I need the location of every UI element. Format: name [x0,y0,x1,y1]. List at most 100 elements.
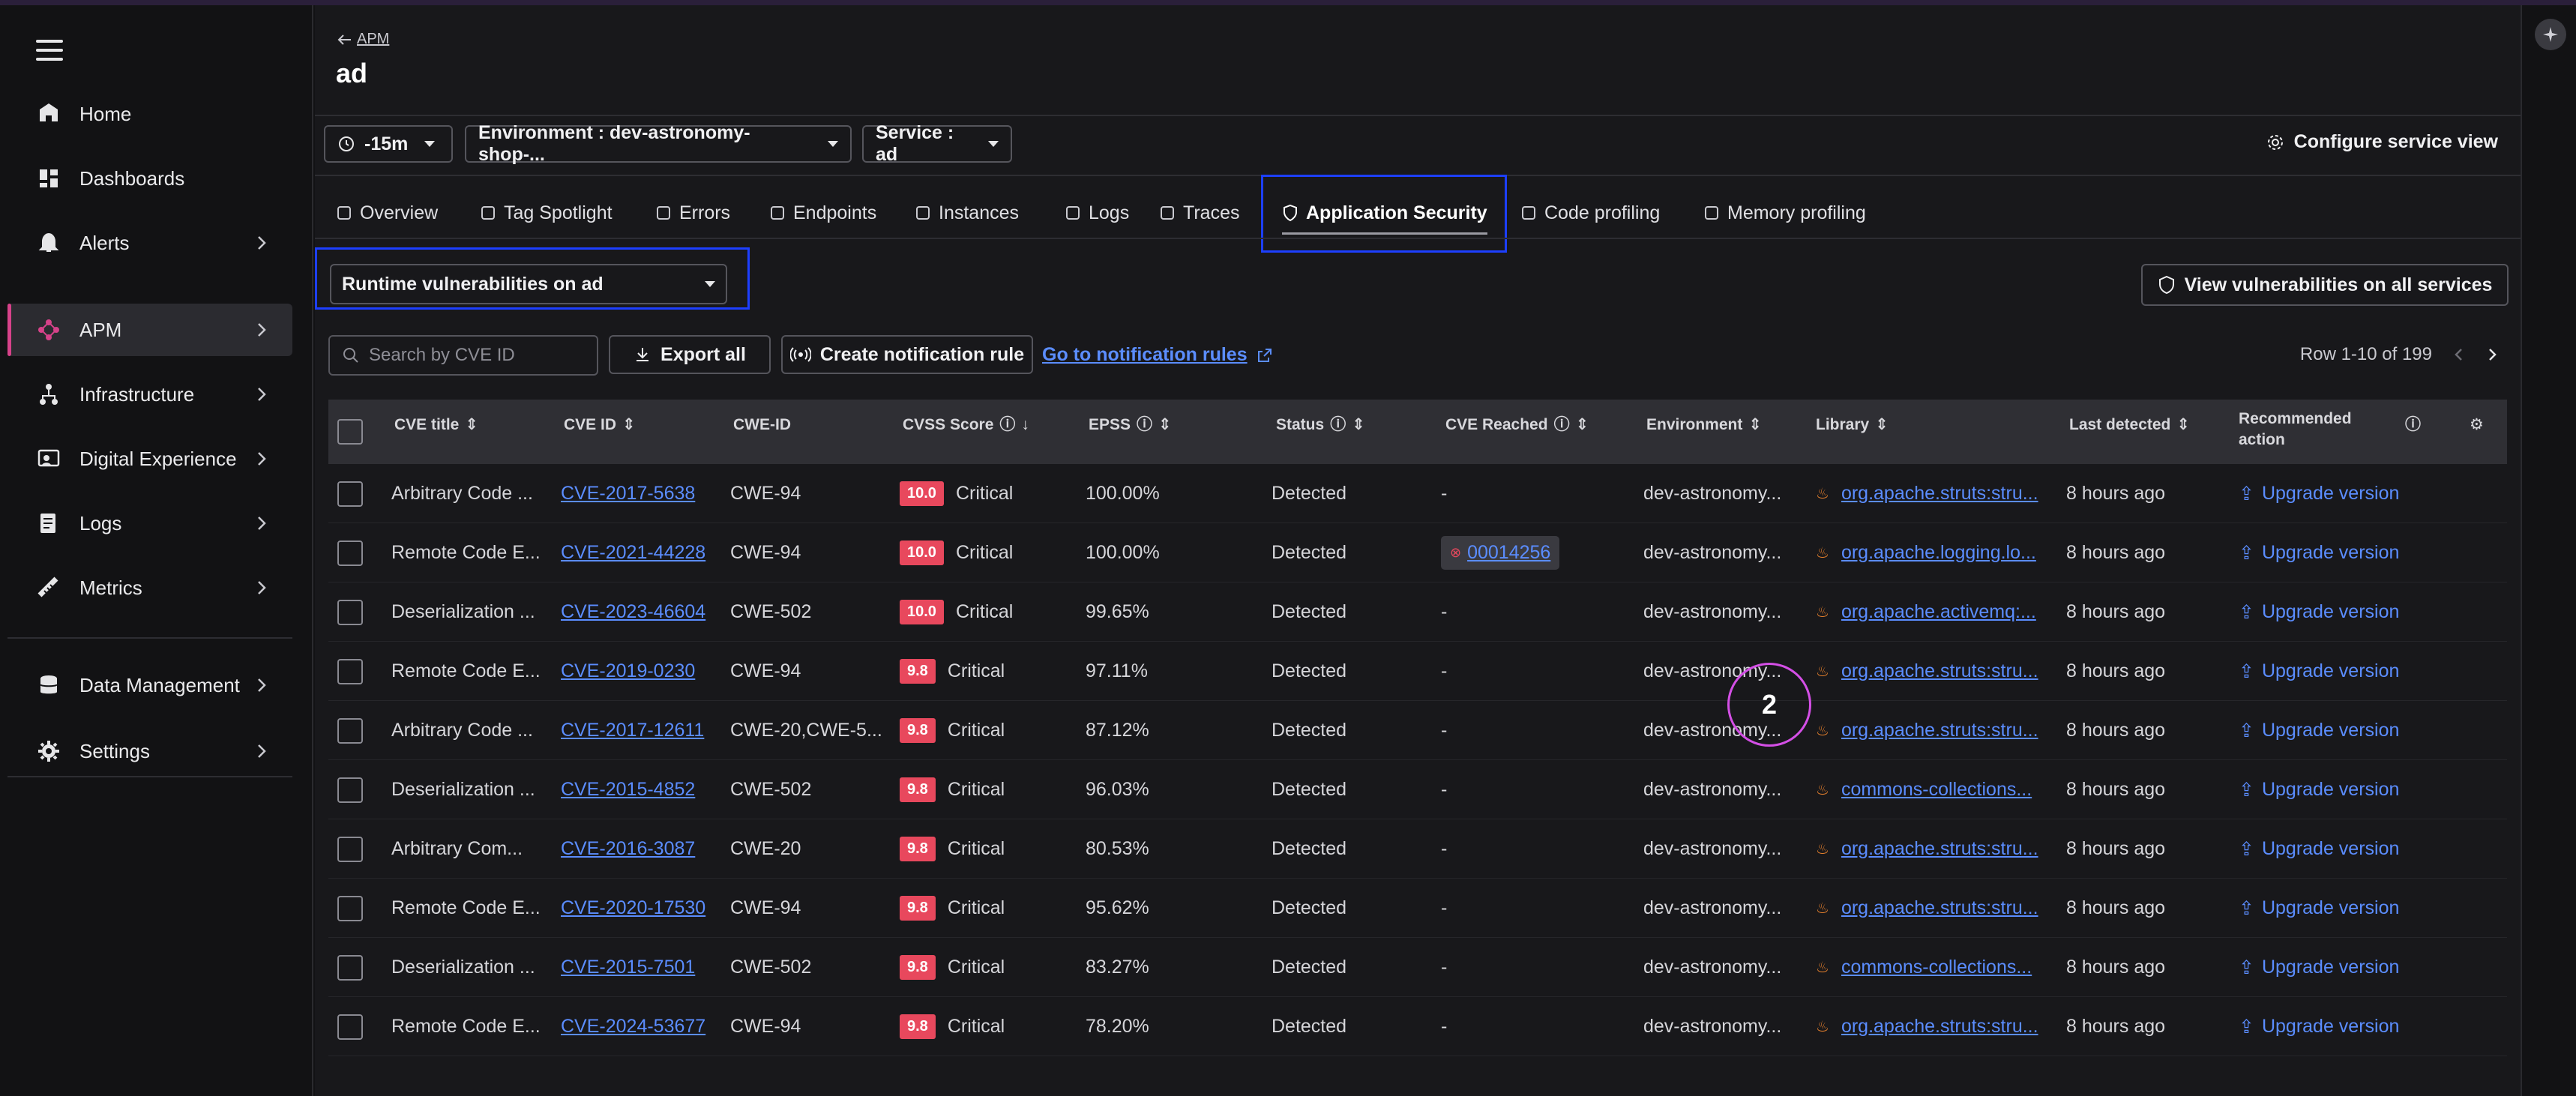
row-checkbox[interactable] [337,464,363,523]
tab-memory-profiling[interactable]: Memory profiling [1703,196,1866,230]
view-all-vulnerabilities-button[interactable]: View vulnerabilities on all services [2141,264,2509,306]
sidebar-item-alerts[interactable]: Alerts [7,217,292,269]
table-row[interactable]: Deserialization ... CVE-2023-46604 CWE-502… [328,582,2507,642]
upgrade-version-link[interactable]: ⇪ Upgrade version [2239,483,2399,505]
sidebar-item-metrics[interactable]: Metrics [7,561,292,614]
tab-overview[interactable]: Overview [336,196,438,230]
row-checkbox[interactable] [337,523,363,582]
col-environment[interactable]: Environment ⇕ [1646,415,1762,436]
tab-errors[interactable]: Errors [655,196,730,230]
tab-label: Errors [679,202,731,223]
upgrade-version-link[interactable]: ⇪ Upgrade version [2239,779,2399,801]
library-link[interactable]: org.apache.struts:stru... [1841,1016,2038,1038]
chevron-left-icon[interactable] [2453,346,2465,364]
back-link[interactable]: APM [337,31,389,48]
library-link[interactable]: commons-collections... [1841,957,2032,978]
export-all-button[interactable]: Export all [609,335,771,374]
cve-id-link[interactable]: CVE-2017-5638 [561,483,695,505]
table-row[interactable]: Arbitrary Com... CVE-2016-3087 CWE-20 9.8 Cr… [328,819,2507,879]
library-link[interactable]: org.apache.logging.lo... [1841,542,2036,564]
row-checkbox[interactable] [337,938,363,997]
table-row[interactable]: Deserialization ... CVE-2015-7501 CWE-502 9… [328,938,2507,997]
upgrade-version-link[interactable]: ⇪ Upgrade version [2239,897,2399,920]
row-checkbox[interactable] [337,760,363,819]
cve-id-link[interactable]: CVE-2015-4852 [561,779,695,801]
upgrade-version-link[interactable]: ⇪ Upgrade version [2239,542,2399,564]
cve-id-link[interactable]: CVE-2024-53677 [561,1016,705,1038]
tab-tag-spotlight[interactable]: Tag Spotlight [480,196,613,230]
upgrade-version-link[interactable]: ⇪ Upgrade version [2239,601,2399,624]
upgrade-version-link[interactable]: ⇪ Upgrade version [2239,957,2399,979]
col-cve-id[interactable]: CVE ID ⇕ [564,415,636,436]
col-cve-reached[interactable]: CVE Reached ⓘ ⇕ [1445,415,1589,436]
library-link[interactable]: org.apache.struts:stru... [1841,483,2038,505]
col-epss[interactable]: EPSS ⓘ ⇕ [1089,415,1172,436]
table-row[interactable]: Remote Code E... CVE-2024-53677 CWE-94 9.8 C… [328,997,2507,1056]
cve-id-link[interactable]: CVE-2017-12611 [561,720,704,741]
select-all-checkbox[interactable] [337,419,363,445]
sidebar-item-logs[interactable]: Logs [7,497,292,549]
table-settings-gear-icon[interactable]: ⚙ [2470,415,2484,436]
sidebar-item-home[interactable]: Home [7,88,292,140]
library-link[interactable]: org.apache.struts:stru... [1841,838,2038,860]
cve-id-link[interactable]: CVE-2023-46604 [561,601,705,623]
col-status[interactable]: Status ⓘ ⇕ [1276,415,1365,436]
configure-service-view-button[interactable]: Configure service view [2266,131,2498,153]
ai-assistant-button[interactable] [2535,19,2566,50]
tab-traces[interactable]: Traces [1159,196,1239,230]
service-select[interactable]: Service : ad [862,122,1012,165]
table-row[interactable]: Remote Code E... CVE-2019-0230 CWE-94 9.8 Cr… [328,642,2507,701]
table-row[interactable]: Remote Code E... CVE-2020-17530 CWE-94 9.8 C… [328,879,2507,938]
create-notification-rule-button[interactable]: Create notification rule [781,335,1033,374]
row-checkbox[interactable] [337,879,363,938]
cve-reached-badge[interactable]: ⊗ 00014256 [1441,536,1560,570]
cve-id-link[interactable]: CVE-2020-17530 [561,897,705,919]
sort-icon: ⇕ [1158,416,1172,433]
row-checkbox[interactable] [337,582,363,642]
library-link[interactable]: org.apache.activemq:... [1841,601,2036,623]
time-range-select[interactable]: -15m [324,125,453,163]
upgrade-version-link[interactable]: ⇪ Upgrade version [2239,838,2399,861]
table-row[interactable]: Arbitrary Code ... CVE-2017-5638 CWE-94 10.… [328,464,2507,523]
search-input[interactable]: Search by CVE ID [328,335,598,376]
sidebar-item-apm[interactable]: APM [7,304,292,356]
upgrade-version-link[interactable]: ⇪ Upgrade version [2239,660,2399,683]
menu-icon[interactable] [36,40,63,62]
cve-id-link[interactable]: CVE-2015-7501 [561,957,695,978]
table-row[interactable]: Remote Code E... CVE-2021-44228 CWE-94 10.0… [328,523,2507,582]
row-checkbox[interactable] [337,819,363,879]
tab-endpoints[interactable]: Endpoints [769,196,876,230]
table-row[interactable]: Arbitrary Code ... CVE-2017-12611 CWE-20,C… [328,701,2507,760]
go-to-notification-rules-link[interactable]: Go to notification rules [1042,344,1273,366]
library-link[interactable]: org.apache.struts:stru... [1841,660,2038,682]
cve-id-link[interactable]: CVE-2019-0230 [561,660,695,682]
sidebar-item-settings[interactable]: Settings [7,725,292,777]
col-cve-title[interactable]: CVE title ⇕ [394,415,478,436]
row-checkbox[interactable] [337,642,363,701]
col-last-detected[interactable]: Last detected ⇕ [2069,415,2190,436]
chevron-right-icon[interactable] [2486,346,2498,364]
chevron-right-icon [258,678,266,692]
tab-instances[interactable]: Instances [915,196,1019,230]
col-library[interactable]: Library ⇕ [1816,415,1889,436]
row-checkbox[interactable] [337,997,363,1056]
col-cvss-score[interactable]: CVSS Score ⓘ ↓ [903,415,1029,436]
table-row[interactable]: Deserialization ... CVE-2015-4852 CWE-502 9… [328,760,2507,819]
tab-code-profiling[interactable]: Code profiling [1520,196,1660,230]
cve-reached-link[interactable]: 00014256 [1467,542,1550,564]
environment-select[interactable]: Environment : dev-astronomy-shop-... [465,122,852,165]
library-link[interactable]: commons-collections... [1841,779,2032,801]
row-checkbox[interactable] [337,701,363,760]
sidebar-item-infrastructure[interactable]: Infrastructure [7,368,292,421]
sidebar-item-dashboards[interactable]: Dashboards [7,152,292,205]
tab-logs[interactable]: Logs [1065,196,1129,230]
sidebar-item-data-management[interactable]: Data Management [7,659,292,711]
upgrade-version-link[interactable]: ⇪ Upgrade version [2239,1016,2399,1038]
library-link[interactable]: org.apache.struts:stru... [1841,897,2038,919]
library-link[interactable]: org.apache.struts:stru... [1841,720,2038,741]
cve-id-link[interactable]: CVE-2016-3087 [561,838,695,860]
cve-title: Remote Code E... [391,897,541,918]
sidebar-item-digital-experience[interactable]: Digital Experience [7,433,292,485]
upgrade-version-link[interactable]: ⇪ Upgrade version [2239,720,2399,742]
cve-id-link[interactable]: CVE-2021-44228 [561,542,705,564]
